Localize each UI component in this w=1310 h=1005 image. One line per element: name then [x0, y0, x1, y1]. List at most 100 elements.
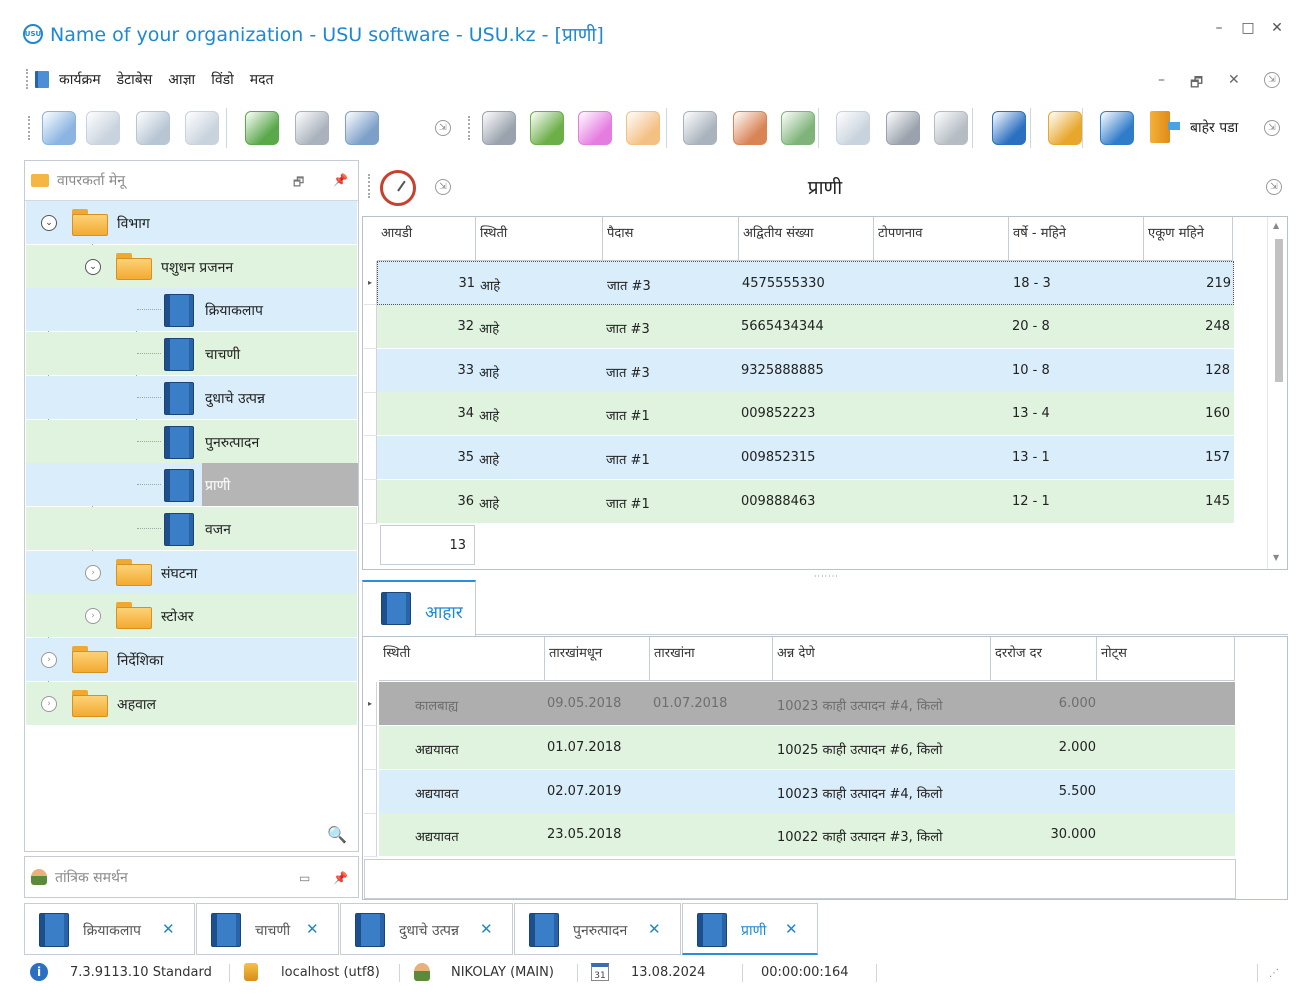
column-header[interactable]: तारखांना: [650, 637, 773, 681]
column-header[interactable]: तारखांमधून: [545, 637, 650, 681]
collapse-icon[interactable]: ⌄: [85, 258, 101, 275]
tree-item-animals[interactable]: प्राणी: [26, 463, 358, 507]
copy-button[interactable]: [82, 107, 124, 149]
table-row[interactable]: अद्ययावत 02.07.2019 10023 काही उत्पादन #4,…: [379, 769, 1235, 814]
column-header[interactable]: नोट्स: [1097, 637, 1235, 681]
maximize-button[interactable]: □: [1236, 20, 1260, 36]
column-header[interactable]: स्थिती: [476, 217, 603, 261]
tab-feeding[interactable]: आहार: [362, 580, 476, 636]
panel-float-icon[interactable]: 🗗: [293, 173, 304, 194]
table-row[interactable]: 36 आहे जात #1 009888463 12 - 1 145: [377, 480, 1234, 524]
tree-item-organization[interactable]: › संघटना: [26, 550, 357, 594]
search-button[interactable]: [291, 107, 333, 149]
scroll-up-icon[interactable]: ▲: [1273, 221, 1279, 230]
minimize-button[interactable]: –: [1207, 20, 1231, 36]
color-wheel-button[interactable]: [574, 107, 616, 149]
advanced-search-button[interactable]: [341, 107, 383, 149]
expand-icon[interactable]: ›: [85, 564, 101, 581]
tree-item-activities[interactable]: क्रियाकलाप: [26, 288, 357, 332]
hand-button[interactable]: [622, 107, 664, 149]
tree-item-department[interactable]: ⌄ विभाग: [26, 201, 357, 244]
plug-button[interactable]: [1096, 107, 1138, 149]
refresh-button[interactable]: [241, 107, 283, 149]
table-row[interactable]: 31 आहे जात #3 4575555330 18 - 3 219: [377, 261, 1234, 305]
expand-icon[interactable]: ›: [41, 695, 57, 712]
column-header[interactable]: एकूण महिने: [1144, 217, 1233, 261]
search-icon[interactable]: 🔍: [327, 825, 347, 844]
row-indicator[interactable]: ▸: [364, 261, 377, 305]
collapse-icon[interactable]: ⌄: [41, 215, 57, 231]
column-header[interactable]: वर्षे - महिने: [1009, 217, 1144, 261]
menu-program[interactable]: कार्यक्रम: [59, 70, 101, 89]
info-button[interactable]: [988, 107, 1030, 149]
rss-button[interactable]: [679, 107, 721, 149]
tree-item-milk-yield[interactable]: दुधाचे उत्पन्न: [26, 375, 357, 419]
forward-button[interactable]: [930, 107, 972, 149]
settings-button[interactable]: [478, 107, 520, 149]
doc-tab-animals[interactable]: प्राणी ✕: [682, 903, 818, 955]
scrollbar-thumb[interactable]: [1275, 239, 1283, 382]
exit-button[interactable]: बाहेर पडा: [1190, 118, 1238, 137]
close-tab-icon[interactable]: ✕: [785, 920, 798, 938]
exit-icon[interactable]: [1146, 109, 1182, 145]
row-indicator[interactable]: [364, 304, 377, 349]
tree-item-livestock[interactable]: ⌄ पशुधन प्रजनन: [26, 244, 357, 288]
tree-item-weight[interactable]: वजन: [26, 506, 357, 550]
splitter-handle[interactable]: ·······: [814, 572, 839, 581]
form-overflow-right-icon[interactable]: ⇲: [1266, 179, 1282, 195]
resize-grip-icon[interactable]: ⋰: [1269, 968, 1279, 979]
row-indicator[interactable]: [364, 813, 377, 858]
menu-commands[interactable]: आज्ञा: [168, 70, 195, 89]
expand-icon[interactable]: ›: [85, 608, 101, 625]
close-tab-icon[interactable]: ✕: [162, 920, 175, 938]
user-key-button[interactable]: [729, 107, 771, 149]
menu-database[interactable]: डेटाबेस: [117, 70, 153, 89]
panel-maximize-icon[interactable]: ▭: [299, 871, 310, 885]
row-indicator[interactable]: [364, 769, 377, 814]
doc-tab-milk-yield[interactable]: दुधाचे उत्पन्न ✕: [340, 903, 513, 955]
menu-overflow-icon[interactable]: ⇲: [1264, 72, 1280, 88]
scroll-down-icon[interactable]: ▼: [1273, 553, 1279, 562]
tree-item-test[interactable]: चाचणी: [26, 332, 357, 376]
doc-tab-reproduction[interactable]: पुनरुत्पादन ✕: [514, 903, 681, 955]
table-row[interactable]: अद्ययावत 01.07.2018 10025 काही उत्पादन #6,…: [379, 725, 1235, 770]
row-indicator[interactable]: [364, 480, 377, 524]
mdi-close-button[interactable]: ✕: [1228, 72, 1240, 88]
tree-item-reproduction[interactable]: पुनरुत्पादन: [26, 419, 357, 463]
printer-button[interactable]: [882, 107, 924, 149]
tree-item-reports[interactable]: › अहवाल: [26, 681, 357, 725]
table-button[interactable]: [832, 107, 874, 149]
vertical-scrollbar[interactable]: ▲ ▼: [1267, 217, 1287, 569]
row-indicator[interactable]: ▸: [364, 682, 377, 726]
column-header[interactable]: स्थिती: [379, 637, 545, 681]
column-header[interactable]: पैदास: [603, 217, 739, 261]
column-header[interactable]: अन्न देणे: [773, 637, 991, 681]
delete-button[interactable]: [181, 107, 223, 149]
toolbar-overflow-right-icon[interactable]: ⇲: [1264, 120, 1280, 136]
tree-item-store[interactable]: › स्टोअर: [26, 594, 357, 638]
column-header[interactable]: टोपणनाव: [874, 217, 1009, 261]
toolbar-overflow-icon[interactable]: ⇲: [435, 120, 451, 136]
table-row[interactable]: 34 आहे जात #1 009852223 13 - 4 160: [377, 392, 1234, 437]
table-row[interactable]: 32 आहे जात #3 5665434344 20 - 8 248: [377, 304, 1234, 349]
close-tab-icon[interactable]: ✕: [648, 920, 661, 938]
mdi-minimize-button[interactable]: –: [1158, 72, 1165, 88]
panel-pin-icon-2[interactable]: 📌: [333, 871, 348, 885]
column-header[interactable]: अद्वितीय संख्या: [739, 217, 874, 261]
close-tab-icon[interactable]: ✕: [480, 920, 493, 938]
doc-tab-activities[interactable]: क्रियाकलाप ✕: [24, 903, 195, 955]
add-button[interactable]: [38, 107, 80, 149]
table-row[interactable]: 33 आहे जात #3 9325888885 10 - 8 128: [377, 348, 1234, 393]
tech-support-panel[interactable]: तांत्रिक समर्थन ▭ 📌: [24, 856, 359, 898]
panel-pin-icon[interactable]: 📌: [333, 173, 348, 187]
row-indicator[interactable]: [364, 436, 377, 481]
close-button[interactable]: ✕: [1265, 20, 1289, 36]
tree-item-directory[interactable]: › निर्देशिका: [26, 638, 357, 681]
doc-tab-test[interactable]: चाचणी ✕: [196, 903, 339, 955]
row-indicator[interactable]: [364, 348, 377, 393]
menu-help[interactable]: मदत: [250, 70, 274, 89]
edit-button[interactable]: [132, 107, 174, 149]
row-indicator[interactable]: [364, 725, 377, 770]
column-header[interactable]: आयडी: [377, 217, 476, 261]
users-button[interactable]: [777, 107, 819, 149]
